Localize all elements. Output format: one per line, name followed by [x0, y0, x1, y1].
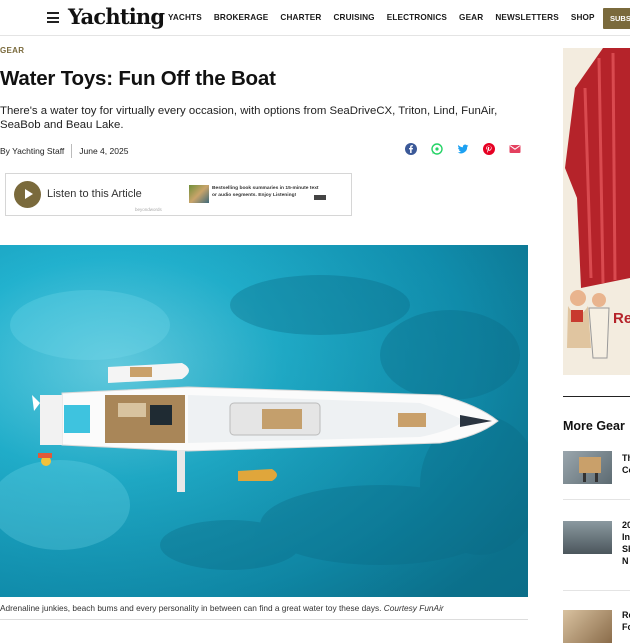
- rail-thumb-3: [563, 610, 612, 643]
- rail-divider: [563, 396, 630, 397]
- twitter-icon[interactable]: [457, 143, 469, 155]
- rail-item-2-line-3: Sh: [622, 544, 630, 554]
- rail-item-3-line-2: Fo: [622, 622, 630, 632]
- hero-yacht-photo: [0, 245, 528, 597]
- play-button[interactable]: [14, 181, 41, 208]
- rail-item-1-title: Th Co: [622, 452, 630, 476]
- photo-credit: Courtesy FunAir: [383, 603, 444, 613]
- facebook-icon[interactable]: [405, 143, 417, 155]
- rail-item-1-line-1: Th: [622, 453, 630, 463]
- nav-electronics[interactable]: ELECTRONICS: [387, 13, 447, 22]
- site-logo[interactable]: Yachting: [68, 4, 165, 29]
- promo-thumbnail: [189, 185, 209, 203]
- more-gear-heading: More Gear: [563, 419, 625, 433]
- caption-text: Adrenaline junkies, beach bums and every…: [0, 603, 382, 613]
- rail-item-2-line-1: 20: [622, 520, 630, 530]
- nav-charter[interactable]: CHARTER: [280, 13, 321, 22]
- subscribe-button[interactable]: SUBS: [603, 8, 630, 29]
- ad-text: Re: [613, 310, 630, 327]
- byline: By Yachting Staff June 4, 2025: [0, 144, 128, 158]
- nav-yachts[interactable]: YACHTS: [168, 13, 202, 22]
- rail-item-2[interactable]: 20 In Sh N: [563, 517, 630, 569]
- player-promo[interactable]: Bestselling book summaries in 15-minute …: [189, 185, 329, 203]
- share-bar: [405, 143, 521, 155]
- article-title: Water Toys: Fun Off the Boat: [0, 67, 276, 90]
- rail-item-divider: [563, 590, 630, 591]
- pinterest-icon[interactable]: [483, 143, 495, 155]
- promo-logo: [314, 195, 326, 200]
- rail-item-1[interactable]: Th Co: [563, 448, 630, 488]
- nav-cruising[interactable]: CRUISING: [333, 13, 374, 22]
- audio-player: Listen to this Article beyondwords Bests…: [5, 173, 352, 216]
- article-dek: There's a water toy for virtually every …: [0, 105, 498, 131]
- sidebar-ad[interactable]: Re: [563, 48, 630, 375]
- author[interactable]: By Yachting Staff: [0, 146, 64, 156]
- whatsapp-icon[interactable]: [431, 143, 443, 155]
- listen-label[interactable]: Listen to this Article: [47, 188, 142, 200]
- main-nav: YACHTS BROKERAGE CHARTER CRUISING ELECTR…: [168, 13, 595, 22]
- hero-caption: Adrenaline junkies, beach bums and every…: [0, 603, 528, 613]
- rail-item-2-title: 20 In Sh N: [622, 519, 630, 567]
- byline-divider: [71, 144, 73, 158]
- player-badge: beyondwords: [135, 207, 162, 212]
- hero-image[interactable]: [0, 245, 528, 597]
- category-label[interactable]: GEAR: [0, 46, 24, 55]
- email-icon[interactable]: [509, 143, 521, 155]
- rail-item-2-line-2: In: [622, 532, 630, 542]
- nav-shop[interactable]: SHOP: [571, 13, 595, 22]
- nav-gear[interactable]: GEAR: [459, 13, 483, 22]
- promo-text: Bestselling book summaries in 15-minute …: [212, 186, 319, 198]
- nav-newsletters[interactable]: NEWSLETTERS: [495, 13, 559, 22]
- rail-item-3-line-1: Re: [622, 610, 630, 620]
- rail-thumb-1-image: [579, 457, 601, 482]
- rail-item-1-line-2: Co: [622, 465, 630, 475]
- publish-date: June 4, 2025: [79, 146, 129, 156]
- rail-thumb-2: [563, 521, 612, 554]
- rail-item-3-title: Re Fo: [622, 609, 630, 633]
- rail-item-divider: [563, 499, 630, 500]
- rail-thumb-1: [563, 451, 612, 484]
- nav-brokerage[interactable]: BROKERAGE: [214, 13, 269, 22]
- caption-divider: [0, 619, 528, 620]
- rail-item-3[interactable]: Re Fo: [563, 606, 630, 643]
- rail-item-2-line-4: N: [622, 556, 629, 566]
- menu-icon[interactable]: [47, 12, 59, 23]
